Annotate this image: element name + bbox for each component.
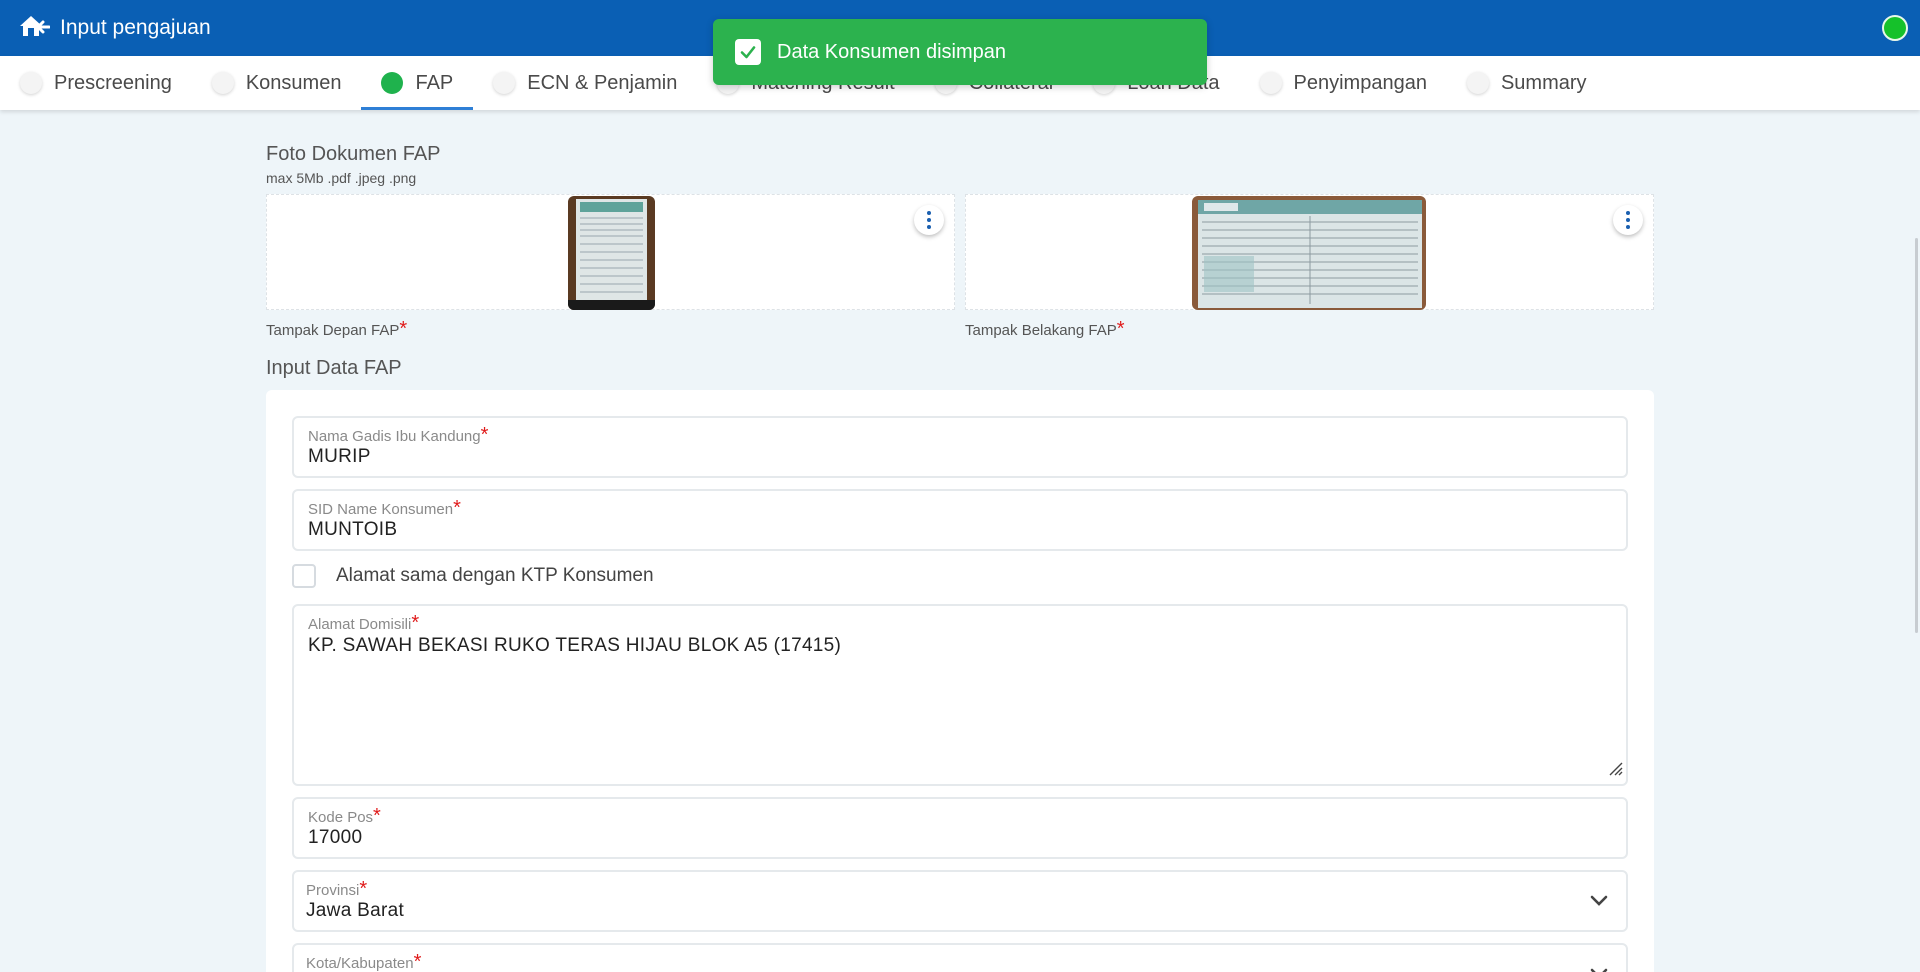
- tab-label: Prescreening: [54, 71, 172, 94]
- chevron-down-icon: [1590, 967, 1608, 972]
- city-select[interactable]: Kota/Kabupaten*: [292, 943, 1628, 972]
- same-address-label[interactable]: Alamat sama dengan KTP Konsumen: [336, 565, 654, 587]
- form-section-title: Input Data FAP: [266, 357, 402, 379]
- tab-ecn-penjamin[interactable]: ECN & Penjamin: [493, 56, 697, 110]
- checkmark-icon: [735, 39, 761, 65]
- front-fap-label: Tampak Depan FAP*: [266, 318, 408, 340]
- back-fap-more-options-button[interactable]: [1613, 205, 1643, 235]
- back-button[interactable]: Input pengajuan: [18, 12, 211, 45]
- step-status-icon: [20, 72, 42, 94]
- scrollbar-thumb[interactable]: [1915, 238, 1918, 633]
- sid-name-field[interactable]: SID Name Konsumen* MUNTOIB: [292, 489, 1628, 551]
- tab-label: Penyimpangan: [1293, 71, 1427, 94]
- province-value: Jawa Barat: [306, 900, 405, 921]
- resize-grip-icon[interactable]: [1606, 759, 1624, 782]
- chevron-down-icon: [1590, 894, 1608, 912]
- postal-code-field[interactable]: Kode Pos* 17000: [292, 797, 1628, 859]
- tab-fap[interactable]: FAP: [361, 56, 474, 110]
- connection-status-indicator: [1882, 15, 1908, 41]
- same-address-checkbox[interactable]: [292, 564, 316, 588]
- upload-labels: Tampak Depan FAP* Tampak Belakang FAP*: [266, 318, 1654, 341]
- step-status-icon: [1466, 72, 1489, 94]
- front-fap-thumbnail[interactable]: [568, 196, 655, 310]
- step-status-icon: [381, 72, 404, 94]
- tab-label: Summary: [1500, 71, 1587, 94]
- document-upload-row: [266, 194, 1654, 310]
- toast-message: Data Konsumen disimpan: [777, 40, 1007, 63]
- front-fap-more-options-button[interactable]: [914, 205, 944, 235]
- postal-code-value: 17000: [308, 827, 363, 848]
- page-scrollbar[interactable]: [1914, 110, 1920, 972]
- back-fap-upload[interactable]: [965, 194, 1654, 310]
- home-back-icon: [18, 12, 51, 45]
- main-content: Foto Dokumen FAP max 5Mb .pdf .jpeg .png: [266, 110, 1654, 972]
- mother-maiden-name-value: MURIP: [308, 446, 371, 467]
- success-toast: Data Konsumen disimpan: [713, 19, 1207, 85]
- documents-section-title: Foto Dokumen FAP: [266, 143, 441, 165]
- back-fap-thumbnail[interactable]: [1192, 196, 1426, 310]
- tab-penyimpangan[interactable]: Penyimpangan: [1259, 56, 1447, 110]
- step-status-icon: [211, 72, 234, 94]
- file-format-hint: max 5Mb .pdf .jpeg .png: [266, 170, 417, 186]
- tab-summary[interactable]: Summary: [1466, 56, 1607, 110]
- mother-maiden-name-field[interactable]: Nama Gadis Ibu Kandung* MURIP: [292, 416, 1628, 478]
- sid-name-value: MUNTOIB: [308, 519, 398, 540]
- front-fap-upload[interactable]: [266, 194, 955, 310]
- tab-label: Konsumen: [245, 71, 342, 94]
- step-status-icon: [1259, 72, 1282, 94]
- page-title: Input pengajuan: [60, 16, 211, 39]
- fap-form-card: Nama Gadis Ibu Kandung* MURIP SID Name K…: [266, 390, 1654, 972]
- same-address-row: Alamat sama dengan KTP Konsumen: [292, 562, 1628, 590]
- step-status-icon: [493, 72, 516, 94]
- tab-prescreening[interactable]: Prescreening: [20, 56, 192, 110]
- back-fap-label: Tampak Belakang FAP*: [965, 318, 1125, 340]
- province-select[interactable]: Provinsi* Jawa Barat: [292, 870, 1628, 932]
- tab-konsumen[interactable]: Konsumen: [211, 56, 362, 110]
- tab-label: ECN & Penjamin: [527, 71, 678, 94]
- domicile-address-textarea[interactable]: Alamat Domisili* KP. SAWAH BEKASI RUKO T…: [292, 604, 1628, 786]
- tab-label: FAP: [415, 71, 454, 94]
- domicile-address-value: KP. SAWAH BEKASI RUKO TERAS HIJAU BLOK A…: [308, 635, 842, 656]
